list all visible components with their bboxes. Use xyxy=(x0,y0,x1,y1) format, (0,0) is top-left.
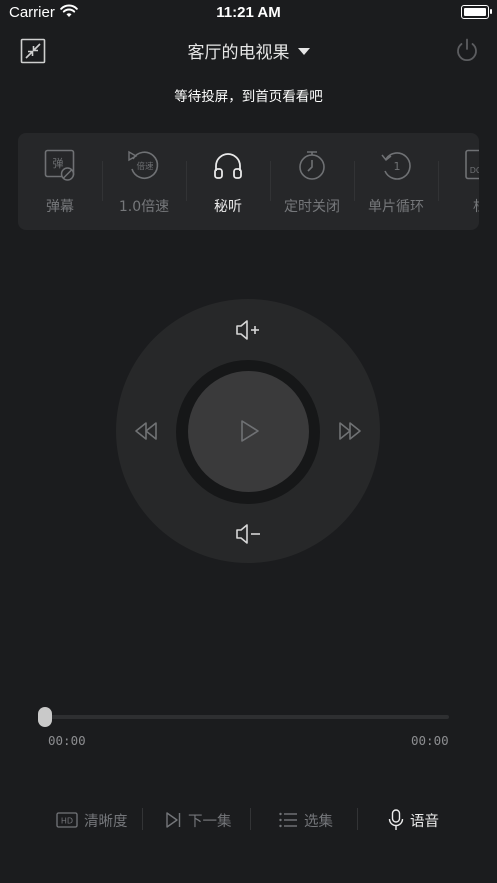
dolby-label: 杜 xyxy=(438,196,479,216)
skip-next-icon xyxy=(166,812,181,828)
voice-button[interactable]: 语音 xyxy=(388,808,439,832)
speed-label: 1.0倍速 xyxy=(118,199,170,215)
private-listen-label: 秘听 xyxy=(214,199,242,215)
power-icon[interactable] xyxy=(453,36,481,64)
hd-icon: HD xyxy=(56,812,78,828)
danmaku-button[interactable]: 弹 弹幕 xyxy=(18,133,102,230)
svg-text:DO: DO xyxy=(470,166,479,175)
list-icon xyxy=(279,812,297,828)
svg-text:HD: HD xyxy=(61,817,73,826)
total-time: 00:00 xyxy=(411,733,449,748)
volume-down-icon[interactable] xyxy=(232,518,264,550)
playback-speed-icon: 倍速 xyxy=(128,150,159,179)
next-episode-button[interactable]: 下一集 xyxy=(164,808,232,832)
status-bar: Carrier 11:21 AM xyxy=(0,0,497,26)
function-panel[interactable]: 弹 弹幕 倍速 1.0倍速 秘听 定时关闭 1 单片循环 DO xyxy=(18,133,479,230)
episodes-label: 选集 xyxy=(304,813,333,830)
svg-text:1: 1 xyxy=(394,160,401,173)
svg-text:弹: 弹 xyxy=(53,156,64,170)
rewind-icon[interactable] xyxy=(130,415,162,447)
repeat-one-button[interactable]: 1 单片循环 xyxy=(354,133,438,230)
chevron-down-icon xyxy=(297,47,310,55)
battery-icon xyxy=(461,5,492,19)
play-button[interactable] xyxy=(188,371,309,492)
volume-up-icon[interactable] xyxy=(232,314,264,346)
dolby-button[interactable]: DO 杜 xyxy=(438,133,479,230)
progress-thumb[interactable] xyxy=(38,707,52,727)
danmaku-label: 弹幕 xyxy=(46,199,74,215)
fast-forward-icon[interactable] xyxy=(334,415,366,447)
episodes-button[interactable]: 选集 xyxy=(278,808,333,832)
current-time: 00:00 xyxy=(48,733,86,748)
headphones-icon xyxy=(214,153,242,179)
device-selector[interactable]: 客厅的电视果 xyxy=(0,38,497,63)
danmaku-off-icon: 弹 xyxy=(44,149,75,181)
quality-button[interactable]: HD 清晰度 xyxy=(56,808,128,832)
divider xyxy=(142,808,143,830)
device-name: 客厅的电视果 xyxy=(187,43,290,63)
voice-label: 语音 xyxy=(410,813,439,830)
microphone-icon xyxy=(388,809,404,830)
play-icon xyxy=(241,420,259,442)
svg-text:倍速: 倍速 xyxy=(136,161,154,172)
repeat-one-label: 单片循环 xyxy=(368,199,424,215)
clock: 11:21 AM xyxy=(216,4,281,21)
divider xyxy=(357,808,358,830)
private-listen-button[interactable]: 秘听 xyxy=(186,133,270,230)
quality-label: 清晰度 xyxy=(84,813,128,830)
cast-status-text: 等待投屏，到首页看看吧 xyxy=(174,89,323,105)
dolby-icon: DO xyxy=(465,149,479,180)
progress-track[interactable] xyxy=(45,715,449,719)
sleep-timer-label: 定时关闭 xyxy=(284,199,340,215)
speed-button[interactable]: 倍速 1.0倍速 xyxy=(102,133,186,230)
timer-icon xyxy=(299,151,325,180)
next-episode-label: 下一集 xyxy=(188,813,232,830)
divider xyxy=(250,808,251,830)
sleep-timer-button[interactable]: 定时关闭 xyxy=(270,133,354,230)
repeat-one-icon: 1 xyxy=(381,152,411,180)
